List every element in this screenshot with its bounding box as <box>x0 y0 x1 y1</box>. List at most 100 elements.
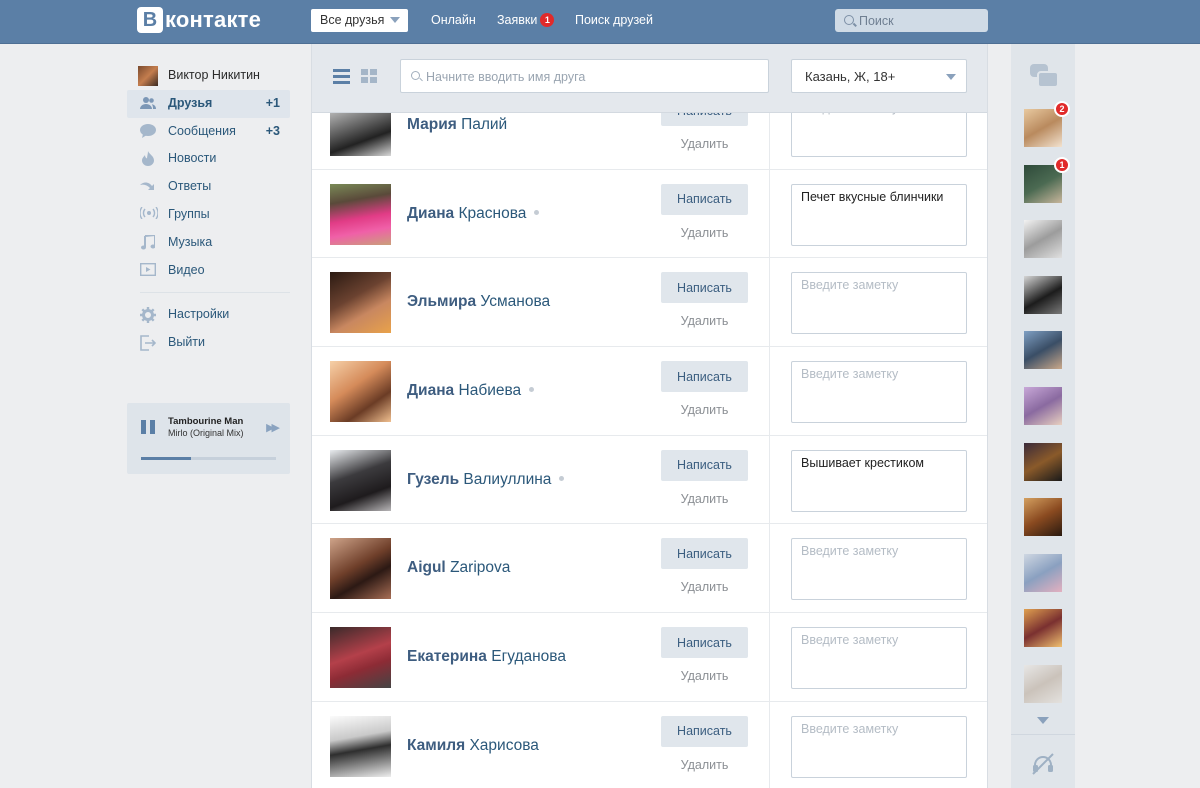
online-status-dot <box>559 475 565 481</box>
nav-online[interactable]: Онлайн <box>431 13 476 27</box>
column-divider <box>769 701 770 788</box>
column-divider <box>769 347 770 437</box>
chat-contact-avatar[interactable] <box>1024 553 1062 592</box>
friend-last-name: Краснова <box>458 204 527 222</box>
friend-name[interactable]: Диана Набиева <box>407 382 535 400</box>
sidebar-item-messages[interactable]: Сообщения +3 <box>127 118 290 146</box>
sound-off-icon[interactable] <box>1029 749 1057 777</box>
chat-contact-avatar[interactable] <box>1024 498 1062 537</box>
friend-photo[interactable] <box>330 715 391 777</box>
chat-contact-avatar[interactable] <box>1024 220 1062 259</box>
friends-filter-label: Все друзья <box>320 13 385 27</box>
friend-first-name: Камиля <box>407 736 466 754</box>
player-progress-bar[interactable] <box>141 457 276 460</box>
friend-search <box>400 59 769 93</box>
friend-note-field[interactable]: Вышивает крестиком <box>791 449 967 512</box>
friend-photo[interactable] <box>330 361 391 423</box>
write-message-button[interactable]: Написать <box>661 627 748 659</box>
friend-name[interactable]: Мария Палий <box>407 116 507 134</box>
friend-name[interactable]: Aigul Zaripova <box>407 559 510 577</box>
messages-icon <box>140 123 156 140</box>
friend-first-name: Диана <box>407 204 455 222</box>
delete-friend-link[interactable]: Удалить <box>661 226 748 240</box>
friend-note-field[interactable] <box>791 627 967 690</box>
friend-name[interactable]: Эльмира Усманова <box>407 293 550 311</box>
pause-icon[interactable] <box>141 420 156 434</box>
header-search-input[interactable] <box>859 12 979 29</box>
sidebar-item-label: Музыка <box>168 234 213 249</box>
friends-count-badge: +1 <box>265 95 280 110</box>
sidebar-item-news[interactable]: Новости <box>127 145 290 173</box>
write-message-button[interactable]: Написать <box>661 272 748 304</box>
friend-name[interactable]: Екатерина Егуданова <box>407 648 566 666</box>
chat-contact-avatar[interactable] <box>1024 387 1062 425</box>
write-message-button[interactable]: Написать <box>661 449 748 481</box>
requests-badge: 1 <box>540 13 555 27</box>
friend-note-field[interactable] <box>791 715 967 778</box>
delete-friend-link[interactable]: Удалить <box>661 314 748 328</box>
write-message-button[interactable]: Написать <box>661 715 748 747</box>
delete-friend-link[interactable]: Удалить <box>661 758 748 772</box>
city-filter-dropdown[interactable]: Казань, Ж, 18+ <box>791 59 967 93</box>
nav-requests[interactable]: Заявки 1 <box>497 13 555 27</box>
profile-name: Виктор Никитин <box>168 68 260 82</box>
friend-note-field[interactable] <box>791 538 967 601</box>
news-icon <box>140 151 156 167</box>
write-message-button[interactable]: Написать <box>661 361 748 393</box>
track-title: Tambourine Man <box>168 416 244 427</box>
grid-view-icon[interactable] <box>361 69 378 84</box>
friends-icon <box>140 96 156 112</box>
video-icon <box>139 262 157 279</box>
friend-row: Камиля Харисова Написать Удалить <box>312 701 987 788</box>
friend-first-name: Екатерина <box>407 648 487 666</box>
write-message-button[interactable]: Написать <box>661 183 748 215</box>
friend-row: Диана Краснова Написать Удалить Печет вк… <box>312 169 987 259</box>
friend-last-name: Палий <box>461 116 508 133</box>
chat-contact-avatar[interactable] <box>1024 442 1062 481</box>
nav-find-friends[interactable]: Поиск друзей <box>575 13 653 27</box>
chat-icon[interactable] <box>1030 64 1059 88</box>
friend-photo[interactable] <box>330 183 391 245</box>
delete-friend-link[interactable]: Удалить <box>661 492 748 506</box>
chevron-down-icon[interactable] <box>1037 717 1049 724</box>
online-status-dot <box>529 387 535 393</box>
sidebar-item-logout[interactable]: Выйти <box>127 329 290 357</box>
sidebar-profile[interactable]: Виктор Никитин <box>127 62 290 90</box>
friend-note-field[interactable]: Печет вкусные блинчики <box>791 183 967 246</box>
friend-note-field[interactable] <box>791 272 967 335</box>
list-view-icon[interactable] <box>333 69 350 84</box>
vk-logo[interactable]: В контакте <box>137 7 261 33</box>
friend-name[interactable]: Диана Краснова <box>407 204 540 223</box>
friend-photo[interactable] <box>330 272 391 334</box>
sidebar-item-settings[interactable]: Настройки <box>127 301 290 329</box>
column-divider <box>769 169 770 259</box>
sidebar-item-groups[interactable]: Группы <box>127 201 290 229</box>
chat-contact-avatar[interactable] <box>1024 609 1062 648</box>
next-track-icon[interactable]: ▶▶ <box>266 421 280 434</box>
chat-contact-avatar[interactable] <box>1024 275 1062 314</box>
delete-friend-link[interactable]: Удалить <box>661 137 748 151</box>
sidebar-item-music[interactable]: Музыка <box>127 229 290 257</box>
sidebar-item-replies[interactable]: Ответы <box>127 173 290 201</box>
logout-icon <box>140 335 157 351</box>
friends-toolbar: Казань, Ж, 18+ <box>312 44 987 113</box>
friend-search-input[interactable] <box>426 68 756 86</box>
sidebar-item-video[interactable]: Видео <box>127 257 290 285</box>
delete-friend-link[interactable]: Удалить <box>661 403 748 417</box>
delete-friend-link[interactable]: Удалить <box>661 580 748 594</box>
friend-photo[interactable] <box>330 627 391 689</box>
friend-name[interactable]: Гузель Валиуллина <box>407 471 565 489</box>
sidebar-item-friends[interactable]: Друзья +1 <box>127 89 290 118</box>
chat-contact-avatar[interactable] <box>1024 665 1062 703</box>
friends-filter-dropdown[interactable]: Все друзья <box>311 9 408 32</box>
friend-name[interactable]: Камиля Харисова <box>407 737 539 755</box>
friend-row: Aigul Zaripova Написать Удалить <box>312 524 987 614</box>
friend-row: Диана Набиева Написать Удалить <box>312 347 987 437</box>
delete-friend-link[interactable]: Удалить <box>661 669 748 683</box>
friend-photo[interactable] <box>330 538 391 600</box>
friend-note-field[interactable] <box>791 361 967 424</box>
friend-photo[interactable] <box>330 449 391 511</box>
write-message-button[interactable]: Написать <box>661 538 748 570</box>
chat-contact-avatar[interactable] <box>1024 331 1062 370</box>
groups-icon <box>139 206 159 223</box>
